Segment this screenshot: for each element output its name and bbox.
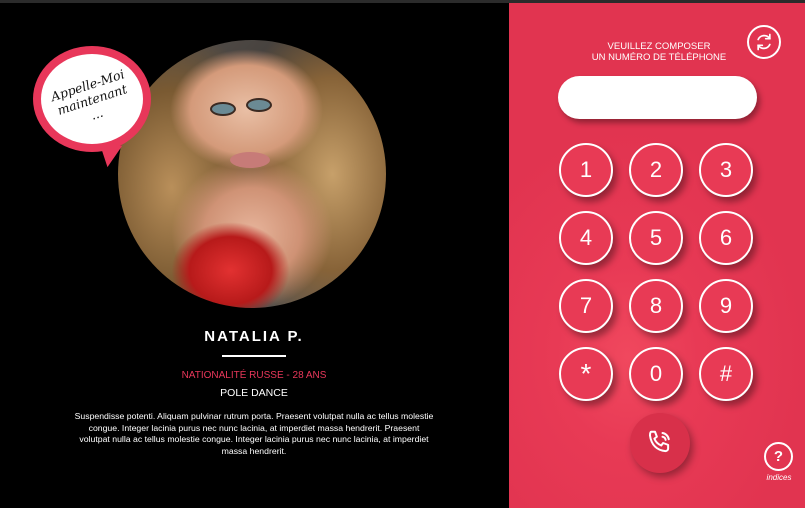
profile-photo xyxy=(118,40,386,308)
profile-nationality: NATIONALITÉ RUSSE - 28 ANS xyxy=(181,370,327,381)
call-button[interactable] xyxy=(630,413,690,473)
key-star[interactable]: * xyxy=(559,347,613,401)
photo-lips xyxy=(230,152,270,168)
name-divider xyxy=(222,355,286,357)
key-4[interactable]: 4 xyxy=(559,211,613,265)
profile-panel: Appelle-Moi maintenant ... NATALIA P. NA… xyxy=(0,3,508,508)
refresh-button[interactable] xyxy=(747,25,781,59)
phone-call-icon xyxy=(649,430,670,453)
help-button[interactable]: ? xyxy=(764,442,793,471)
help-icon: ? xyxy=(773,448,784,465)
photo-eye-left xyxy=(210,102,236,116)
speech-bubble-text: Appelle-Moi maintenant ... xyxy=(48,65,129,123)
key-hash[interactable]: # xyxy=(699,347,753,401)
dialer-panel: VEUILLEZ COMPOSER UN NUMÉRO DE TÉLÉPHONE… xyxy=(509,3,805,508)
key-8[interactable]: 8 xyxy=(629,279,683,333)
speech-bubble-inner: Appelle-Moi maintenant ... xyxy=(41,54,143,144)
app-frame: Appelle-Moi maintenant ... NATALIA P. NA… xyxy=(0,0,805,508)
key-9[interactable]: 9 xyxy=(699,279,753,333)
speech-bubble-tail xyxy=(93,140,123,170)
key-1[interactable]: 1 xyxy=(559,143,613,197)
profile-bio: Suspendisse potenti. Aliquam pulvinar ru… xyxy=(74,411,434,456)
help-label[interactable]: indices xyxy=(757,473,801,482)
key-2[interactable]: 2 xyxy=(629,143,683,197)
key-3[interactable]: 3 xyxy=(699,143,753,197)
profile-activity: POLE DANCE xyxy=(220,387,288,399)
key-0[interactable]: 0 xyxy=(629,347,683,401)
phone-number-display[interactable] xyxy=(558,76,757,119)
key-7[interactable]: 7 xyxy=(559,279,613,333)
refresh-icon xyxy=(757,33,771,51)
photo-eye-right xyxy=(246,98,272,112)
key-5[interactable]: 5 xyxy=(629,211,683,265)
dialer-prompt: VEUILLEZ COMPOSER UN NUMÉRO DE TÉLÉPHONE xyxy=(591,41,727,63)
key-6[interactable]: 6 xyxy=(699,211,753,265)
profile-name: NATALIA P. xyxy=(204,328,304,345)
